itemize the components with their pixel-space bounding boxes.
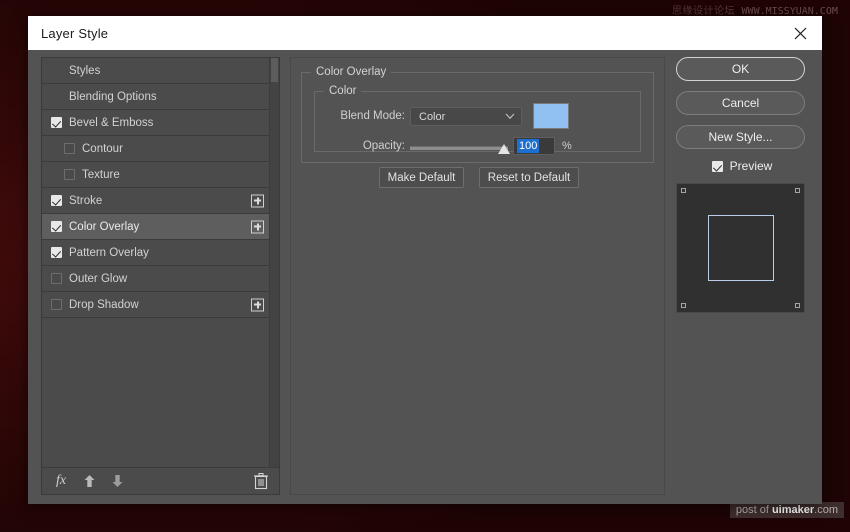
styles-item-checkbox[interactable] <box>51 221 62 232</box>
add-effect-icon[interactable] <box>251 194 264 207</box>
credit-suffix: .com <box>814 504 838 516</box>
watermark-bottom-credit: post of uimaker.com <box>730 502 844 518</box>
styles-list-item-texture[interactable]: Texture <box>42 162 270 188</box>
thumb-corner-tr <box>795 188 800 193</box>
styles-list-item-bevel-emboss[interactable]: Bevel & Emboss <box>42 110 270 136</box>
dialog-titlebar: Layer Style <box>28 16 822 50</box>
color-group: Color Blend Mode: Color Opacity: <box>314 91 641 152</box>
styles-item-label: Texture <box>82 169 120 181</box>
styles-list-scroll-area: Styles Blending Options Bevel & Emboss Cont… <box>42 58 279 467</box>
styles-list-panel: Styles Blending Options Bevel & Emboss Cont… <box>41 57 280 495</box>
styles-list-item-color-overlay[interactable]: Color Overlay <box>42 214 270 240</box>
preview-thumbnail <box>676 183 805 313</box>
add-effect-icon[interactable] <box>251 220 264 233</box>
styles-list-scrollbar[interactable] <box>269 58 279 467</box>
new-style-button[interactable]: New Style... <box>676 125 805 149</box>
styles-item-label: Contour <box>82 143 123 155</box>
fx-icon[interactable]: fx <box>52 472 70 490</box>
styles-item-label: Color Overlay <box>69 221 139 233</box>
styles-item-checkbox[interactable] <box>51 195 62 206</box>
styles-item-checkbox[interactable] <box>51 117 62 128</box>
styles-list-item-contour[interactable]: Contour <box>42 136 270 162</box>
styles-list-item-drop-shadow[interactable]: Drop Shadow <box>42 292 270 318</box>
styles-item-label: Outer Glow <box>69 273 127 285</box>
styles-list-item-stroke[interactable]: Stroke <box>42 188 270 214</box>
dialog-body: Styles Blending Options Bevel & Emboss Cont… <box>28 50 822 504</box>
styles-list-empty-area <box>42 318 270 467</box>
preview-toggle[interactable]: Preview <box>676 159 808 173</box>
close-button[interactable] <box>778 16 822 50</box>
styles-item-checkbox[interactable] <box>51 299 62 310</box>
credit-brand: uimaker <box>772 504 814 516</box>
arrow-up-icon <box>83 474 96 488</box>
credit-prefix: post of <box>736 504 772 516</box>
styles-item-checkbox[interactable] <box>64 143 75 154</box>
color-overlay-group: Color Overlay Color Blend Mode: Color <box>301 72 654 163</box>
styles-list-item-pattern-overlay[interactable]: Pattern Overlay <box>42 240 270 266</box>
opacity-input[interactable]: 100 <box>513 137 555 155</box>
styles-item-label: Blending Options <box>69 91 157 103</box>
styles-list-toolbar: fx <box>42 467 279 494</box>
color-overlay-group-title: Color Overlay <box>311 66 391 78</box>
styles-item-label: Bevel & Emboss <box>69 117 153 129</box>
preview-layer-shape <box>708 215 774 281</box>
opacity-label: Opacity: <box>325 140 405 152</box>
styles-item-label: Pattern Overlay <box>69 247 149 259</box>
trash-icon <box>253 472 269 490</box>
close-icon <box>794 27 807 40</box>
add-effect-icon[interactable] <box>251 298 264 311</box>
thumb-corner-br <box>795 303 800 308</box>
delete-icon[interactable] <box>253 472 269 490</box>
styles-item-label: Stroke <box>69 195 102 207</box>
make-default-button[interactable]: Make Default <box>379 167 464 188</box>
styles-list-item-blending-options[interactable]: Blending Options <box>42 84 270 110</box>
move-down-icon[interactable] <box>108 472 126 490</box>
preview-checkbox[interactable] <box>712 161 723 172</box>
styles-list: Styles Blending Options Bevel & Emboss Cont… <box>42 58 270 467</box>
opacity-slider-knob[interactable] <box>498 144 510 154</box>
arrow-down-icon <box>111 474 124 488</box>
chevron-down-icon <box>505 113 515 120</box>
styles-item-checkbox[interactable] <box>51 273 62 284</box>
opacity-unit: % <box>562 140 572 152</box>
opacity-value: 100 <box>517 139 539 153</box>
blend-mode-label: Blend Mode: <box>325 110 405 122</box>
opacity-slider-track <box>410 146 508 150</box>
preview-label: Preview <box>730 159 773 173</box>
thumb-corner-bl <box>681 303 686 308</box>
ok-button[interactable]: OK <box>676 57 805 81</box>
styles-item-label: Styles <box>69 65 100 77</box>
styles-item-checkbox[interactable] <box>51 247 62 258</box>
thumb-corner-tl <box>681 188 686 193</box>
color-swatch[interactable] <box>533 103 569 129</box>
scrollbar-thumb[interactable] <box>271 58 278 82</box>
color-group-title: Color <box>324 85 361 97</box>
move-up-icon[interactable] <box>80 472 98 490</box>
cancel-button[interactable]: Cancel <box>676 91 805 115</box>
watermark-top: 思缘设计论坛 WWW.MISSYUAN.COM <box>672 2 838 17</box>
dialog-title: Layer Style <box>41 26 108 41</box>
dialog-actions: OK Cancel New Style... Preview <box>676 57 808 495</box>
styles-list-item-styles[interactable]: Styles <box>42 58 270 84</box>
styles-list-item-outer-glow[interactable]: Outer Glow <box>42 266 270 292</box>
styles-item-label: Drop Shadow <box>69 299 139 311</box>
layer-style-dialog: Layer Style Styles Blending Options Bevel … <box>28 16 822 504</box>
reset-to-default-button[interactable]: Reset to Default <box>479 167 579 188</box>
opacity-slider[interactable] <box>410 143 508 155</box>
styles-item-checkbox[interactable] <box>64 169 75 180</box>
blend-mode-value: Color <box>419 111 445 123</box>
blend-mode-select[interactable]: Color <box>410 107 522 126</box>
color-overlay-panel: Color Overlay Color Blend Mode: Color <box>290 57 665 495</box>
